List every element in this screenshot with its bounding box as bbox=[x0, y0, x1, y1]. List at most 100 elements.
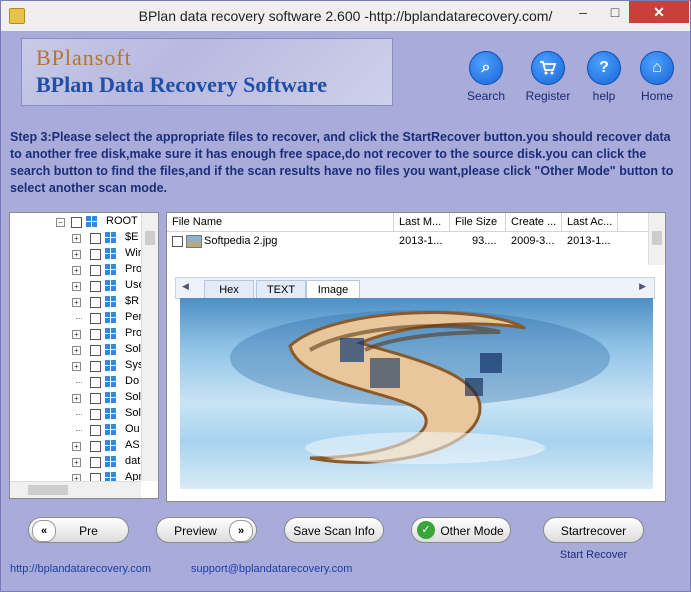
tab-hex[interactable]: Hex bbox=[204, 280, 254, 299]
checkbox[interactable] bbox=[90, 441, 101, 452]
help-icon: ? bbox=[587, 51, 621, 85]
checkbox[interactable] bbox=[90, 345, 101, 356]
tree-item[interactable]: + Pro bbox=[10, 262, 150, 278]
preview-button[interactable]: Preview » bbox=[156, 517, 257, 543]
home-icon: ⌂ bbox=[640, 51, 674, 85]
expand-icon[interactable]: + bbox=[72, 394, 81, 403]
step-instructions: Step 3:Please select the appropriate fil… bbox=[10, 130, 674, 195]
checkbox[interactable] bbox=[90, 281, 101, 292]
checkbox[interactable] bbox=[90, 409, 101, 420]
maximize-button[interactable]: □ bbox=[601, 1, 629, 23]
other-mode-button[interactable]: ✓ Other Mode bbox=[411, 517, 511, 543]
expand-icon[interactable]: + bbox=[72, 266, 81, 275]
expand-icon[interactable]: + bbox=[72, 346, 81, 355]
tree-item[interactable]: + AS bbox=[10, 438, 150, 454]
cart-icon bbox=[531, 51, 565, 85]
help-tool-button[interactable]: ? help bbox=[574, 51, 634, 103]
checkbox[interactable] bbox=[90, 249, 101, 260]
tree-item-label: $E bbox=[125, 231, 139, 243]
column-file-name[interactable]: File Name bbox=[167, 213, 394, 231]
tree-connector bbox=[76, 382, 82, 383]
tree-item[interactable]: Sol bbox=[10, 406, 150, 422]
scroll-thumb[interactable] bbox=[145, 231, 155, 245]
search-icon: ⌕ bbox=[469, 51, 503, 85]
last-modified-cell: 2013-1... bbox=[399, 235, 443, 247]
logo-product-name: BPlan Data Recovery Software bbox=[36, 72, 328, 97]
tab-scroll-left-icon[interactable]: ◀ bbox=[182, 281, 189, 292]
brand-logo: BPlansoft BPlan Data Recovery Software bbox=[21, 38, 393, 106]
expand-icon[interactable]: + bbox=[72, 250, 81, 259]
tree-item[interactable]: Do bbox=[10, 374, 150, 390]
expand-icon[interactable]: + bbox=[72, 442, 81, 451]
tree-item[interactable]: + $R bbox=[10, 294, 150, 310]
expand-icon[interactable]: + bbox=[72, 330, 81, 339]
tree-item[interactable]: + dat bbox=[10, 454, 150, 470]
checkbox[interactable] bbox=[90, 265, 101, 276]
column-created[interactable]: Create ... bbox=[506, 213, 562, 231]
tree-item-label: $R bbox=[125, 295, 140, 307]
pre-button[interactable]: « Pre bbox=[28, 517, 129, 543]
checkbox[interactable] bbox=[90, 361, 101, 372]
tab-scroll-right-icon[interactable]: ▶ bbox=[639, 281, 646, 292]
tree-item-label: AS bbox=[125, 439, 140, 451]
folder-icon bbox=[105, 264, 117, 276]
save-scan-info-button[interactable]: Save Scan Info bbox=[284, 517, 384, 543]
checkbox[interactable] bbox=[90, 297, 101, 308]
register-tool-button[interactable]: Register bbox=[518, 51, 578, 103]
table-row[interactable]: Softpedia 2.jpg 2013-1... 93.... 2009-3.… bbox=[167, 232, 617, 250]
checkbox[interactable] bbox=[90, 377, 101, 388]
tab-image[interactable]: Image bbox=[306, 280, 360, 299]
expand-icon[interactable]: + bbox=[72, 458, 81, 467]
file-checkbox[interactable] bbox=[172, 236, 183, 247]
tree-item[interactable]: + Pro bbox=[10, 326, 150, 342]
home-tool-button[interactable]: ⌂ Home bbox=[627, 51, 687, 103]
minimize-button[interactable]: – bbox=[569, 1, 597, 23]
checkbox[interactable] bbox=[90, 425, 101, 436]
checkbox[interactable] bbox=[90, 329, 101, 340]
checkbox[interactable] bbox=[90, 233, 101, 244]
tree-item[interactable]: Ou bbox=[10, 422, 150, 438]
checkbox[interactable] bbox=[90, 313, 101, 324]
drive-icon bbox=[86, 216, 98, 228]
tree-item[interactable]: + Sys bbox=[10, 358, 150, 374]
double-chevron-right-icon: » bbox=[229, 520, 253, 542]
other-mode-label: Other Mode bbox=[440, 524, 504, 538]
tree-item[interactable]: + $E bbox=[10, 230, 150, 246]
scroll-thumb[interactable] bbox=[28, 485, 68, 495]
checkbox[interactable] bbox=[71, 217, 82, 228]
tree-vertical-scrollbar[interactable] bbox=[141, 213, 158, 481]
image-preview bbox=[180, 298, 653, 489]
tree-item[interactable]: + Use bbox=[10, 278, 150, 294]
search-tool-button[interactable]: ⌕ Search bbox=[456, 51, 516, 103]
file-table-header: File Name Last M... File Size Create ...… bbox=[167, 213, 649, 232]
expand-icon[interactable]: + bbox=[72, 298, 81, 307]
support-email-link[interactable]: support@bplandatarecovery.com bbox=[191, 563, 352, 575]
column-last-access[interactable]: Last Ac... bbox=[562, 213, 618, 231]
close-button[interactable]: ✕ bbox=[629, 1, 689, 23]
tab-text[interactable]: TEXT bbox=[256, 280, 306, 299]
tree-item-label: dat bbox=[125, 455, 141, 467]
tree-item-label: Wir bbox=[125, 247, 142, 259]
website-link[interactable]: http://bplandatarecovery.com bbox=[10, 563, 151, 575]
tree-horizontal-scrollbar[interactable] bbox=[10, 481, 141, 498]
column-last-modified[interactable]: Last M... bbox=[394, 213, 450, 231]
start-recover-button[interactable]: Startrecover bbox=[543, 517, 644, 543]
tree-item-label: Do bbox=[125, 375, 140, 387]
expand-icon[interactable]: + bbox=[72, 362, 81, 371]
expand-icon[interactable]: + bbox=[72, 282, 81, 291]
folder-icon bbox=[105, 376, 117, 388]
app-window: BPlan data recovery software 2.600 -http… bbox=[0, 0, 691, 592]
scroll-thumb[interactable] bbox=[652, 231, 662, 245]
checkbox[interactable] bbox=[90, 457, 101, 468]
tree-item[interactable]: Per bbox=[10, 310, 150, 326]
tree-item[interactable]: + Sol bbox=[10, 342, 150, 358]
tree-item[interactable]: + Wir bbox=[10, 246, 150, 262]
tree-root[interactable]: − ROOT bbox=[10, 214, 150, 230]
checkbox[interactable] bbox=[90, 393, 101, 404]
tree-item[interactable]: + Sol bbox=[10, 390, 150, 406]
tree-item-label: Pro bbox=[125, 327, 143, 339]
file-list-scrollbar[interactable] bbox=[648, 213, 665, 265]
expand-icon[interactable]: + bbox=[72, 234, 81, 243]
collapse-icon[interactable]: − bbox=[56, 218, 65, 227]
column-file-size[interactable]: File Size bbox=[450, 213, 506, 231]
